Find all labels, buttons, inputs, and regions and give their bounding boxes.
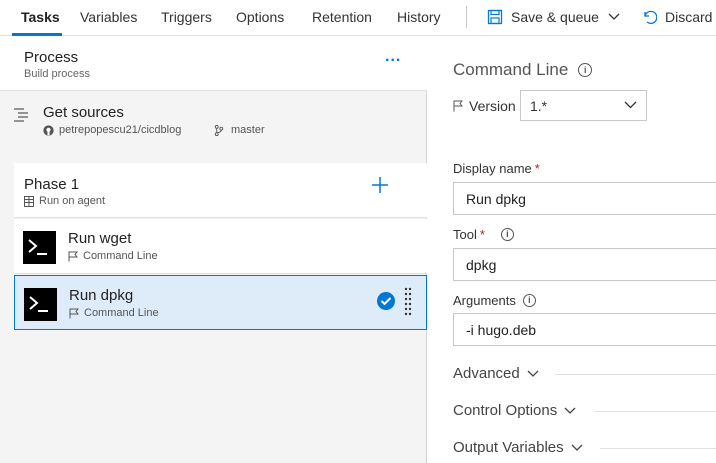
process-subtitle: Build process xyxy=(24,68,91,80)
arguments-label: Arguments i xyxy=(453,293,536,308)
tab-tasks[interactable]: Tasks xyxy=(21,9,60,25)
version-label-text: Version xyxy=(469,98,516,114)
tab-variables[interactable]: Variables xyxy=(80,9,137,25)
task-subtitle: Command Line xyxy=(69,307,159,319)
tab-history[interactable]: History xyxy=(397,9,441,25)
get-sources-icon xyxy=(14,108,28,122)
phase-title: Phase 1 xyxy=(24,176,80,193)
discard-button[interactable]: Discard xyxy=(641,7,712,27)
more-options-button[interactable]: ... xyxy=(385,48,401,66)
pipeline-tasks-panel: Process Build process ... Get sources pe… xyxy=(0,36,427,463)
arguments-field[interactable] xyxy=(453,313,716,346)
save-and-queue-button[interactable]: Save & queue xyxy=(487,7,628,27)
phase-subtitle: Run on agent xyxy=(24,195,105,207)
required-marker: * xyxy=(534,161,540,176)
tool-label-text: Tool xyxy=(453,227,477,242)
flag-icon xyxy=(69,308,79,318)
toolbar-divider xyxy=(466,6,467,28)
branch-icon xyxy=(214,124,224,136)
top-toolbar: Tasks Variables Triggers Options Retenti… xyxy=(0,0,716,36)
repository-name: petrepopescu21/cicdblog xyxy=(59,124,182,136)
arguments-label-text: Arguments xyxy=(453,293,516,308)
info-icon[interactable]: i xyxy=(500,228,514,241)
output-variables-section-toggle[interactable]: Output Variables xyxy=(453,439,583,456)
discard-label: Discard xyxy=(665,9,713,25)
command-line-icon xyxy=(24,288,57,321)
section-label: Control Options xyxy=(453,402,558,419)
repository-info: petrepopescu21/cicdblog xyxy=(43,124,181,136)
tool-label: Tool * i xyxy=(453,227,514,242)
info-icon[interactable]: i xyxy=(578,63,593,77)
version-value: 1.* xyxy=(530,98,548,114)
task-details-panel: Command Line i Version 1.* Display name … xyxy=(428,36,716,463)
chevron-down-icon xyxy=(527,370,539,377)
section-label: Output Variables xyxy=(453,439,564,456)
section-label: Advanced xyxy=(453,365,520,382)
display-name-field[interactable] xyxy=(453,182,716,215)
command-line-icon xyxy=(23,231,56,264)
process-header[interactable]: Process Build process ... xyxy=(0,36,427,91)
branch-info: master xyxy=(214,124,265,136)
flag-icon xyxy=(453,100,463,112)
agent-icon xyxy=(24,195,34,207)
details-title: Command Line i xyxy=(453,60,593,80)
tab-retention[interactable]: Retention xyxy=(312,9,372,25)
task-run-dpkg[interactable]: Run dpkg Command Line xyxy=(14,275,427,330)
phase-subtitle-text: Run on agent xyxy=(39,195,106,207)
section-divider xyxy=(594,411,716,412)
section-divider xyxy=(555,374,716,375)
get-sources-title: Get sources xyxy=(43,104,124,121)
phase-item[interactable]: Phase 1 Run on agent xyxy=(14,163,427,218)
chevron-down-icon xyxy=(564,407,576,414)
section-divider xyxy=(600,448,716,449)
flag-icon xyxy=(68,251,78,261)
undo-icon xyxy=(644,10,657,25)
chevron-down-icon xyxy=(608,13,620,20)
tool-field[interactable] xyxy=(453,248,716,281)
chevron-down-icon xyxy=(571,444,583,451)
tab-triggers[interactable]: Triggers xyxy=(161,9,212,25)
chevron-down-icon xyxy=(624,101,637,109)
task-run-wget[interactable]: Run wget Command Line xyxy=(14,219,427,274)
drag-handle-icon[interactable] xyxy=(404,287,412,317)
add-task-button[interactable] xyxy=(371,175,389,199)
github-icon xyxy=(43,124,54,136)
process-title: Process xyxy=(24,49,79,66)
details-title-text: Command Line xyxy=(453,60,569,79)
checkmark-icon xyxy=(377,292,395,310)
task-subtitle-text: Command Line xyxy=(84,307,159,319)
version-dropdown[interactable]: 1.* xyxy=(520,90,647,121)
task-subtitle-text: Command Line xyxy=(83,250,158,262)
save-icon xyxy=(487,9,503,25)
required-marker: * xyxy=(479,227,485,242)
plus-icon xyxy=(372,177,388,193)
task-title: Run dpkg xyxy=(69,287,134,304)
info-icon[interactable]: i xyxy=(522,294,536,307)
control-options-section-toggle[interactable]: Control Options xyxy=(453,402,576,419)
task-title: Run wget xyxy=(68,230,132,247)
display-name-label-text: Display name xyxy=(453,161,532,176)
advanced-section-toggle[interactable]: Advanced xyxy=(453,365,539,382)
task-subtitle: Command Line xyxy=(68,250,158,262)
display-name-label: Display name * xyxy=(453,161,540,176)
branch-name: master xyxy=(231,124,265,136)
tab-options[interactable]: Options xyxy=(236,9,284,25)
version-label: Version xyxy=(453,98,516,114)
save-and-queue-label: Save & queue xyxy=(511,9,599,25)
